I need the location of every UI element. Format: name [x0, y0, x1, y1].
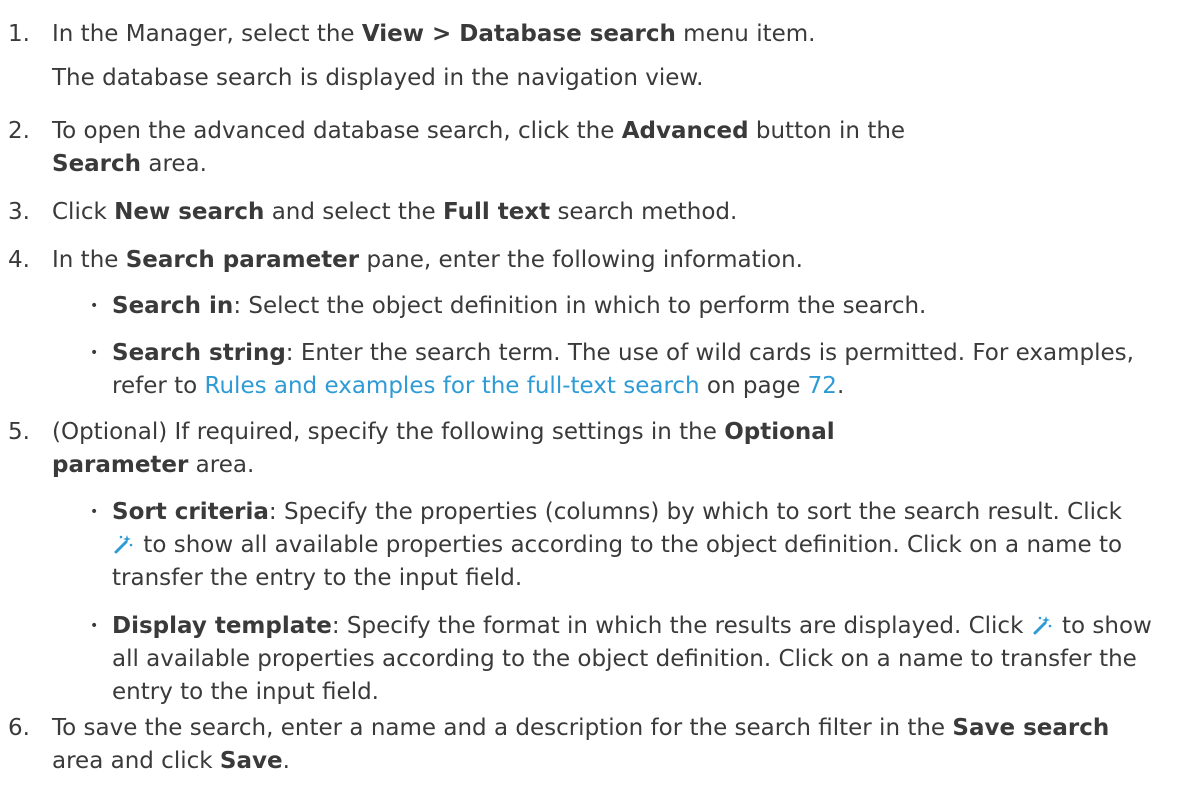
step-4-number: 4. — [8, 247, 30, 273]
list-item: • Sort criteria: Specify the properties … — [90, 496, 1152, 595]
step-2-number: 2. — [8, 118, 30, 144]
bullet-icon: • — [90, 618, 99, 634]
cross-reference-link[interactable]: Rules and examples for the full-text sea… — [205, 373, 700, 399]
step-5-text: (Optional) If required, specify the foll… — [52, 419, 835, 478]
bullet-icon: • — [90, 504, 99, 520]
step-4-text: In the Search parameter pane, enter the … — [52, 247, 803, 273]
step-1-number: 1. — [8, 21, 30, 47]
step-6-text: To save the search, enter a name and a d… — [52, 715, 1110, 774]
document-page: 1. In the Manager, select the View > Dat… — [0, 0, 1182, 790]
list-item: • Display template: Specify the format i… — [90, 610, 1152, 709]
step-6-number: 6. — [8, 715, 30, 741]
step-2-text: To open the advanced database search, cl… — [52, 118, 906, 177]
step-5-number: 5. — [8, 419, 30, 445]
bullet-icon: • — [90, 298, 99, 314]
list-item: • Search string: Enter the search term. … — [90, 337, 1152, 403]
magic-wand-icon — [112, 532, 134, 554]
magic-wand-icon — [1031, 613, 1053, 635]
bullet-icon: • — [90, 345, 99, 361]
menu-path: View > Database search — [361, 21, 676, 47]
step-3-number: 3. — [8, 199, 30, 225]
list-item: • Search in: Select the object definitio… — [90, 290, 1152, 323]
step-1-note: The database search is displayed in the … — [52, 65, 704, 91]
page-reference-link[interactable]: 72 — [808, 373, 837, 399]
step-3-text: Click New search and select the Full tex… — [52, 199, 738, 225]
step-1-text: In the Manager, select the View > Databa… — [52, 21, 816, 47]
